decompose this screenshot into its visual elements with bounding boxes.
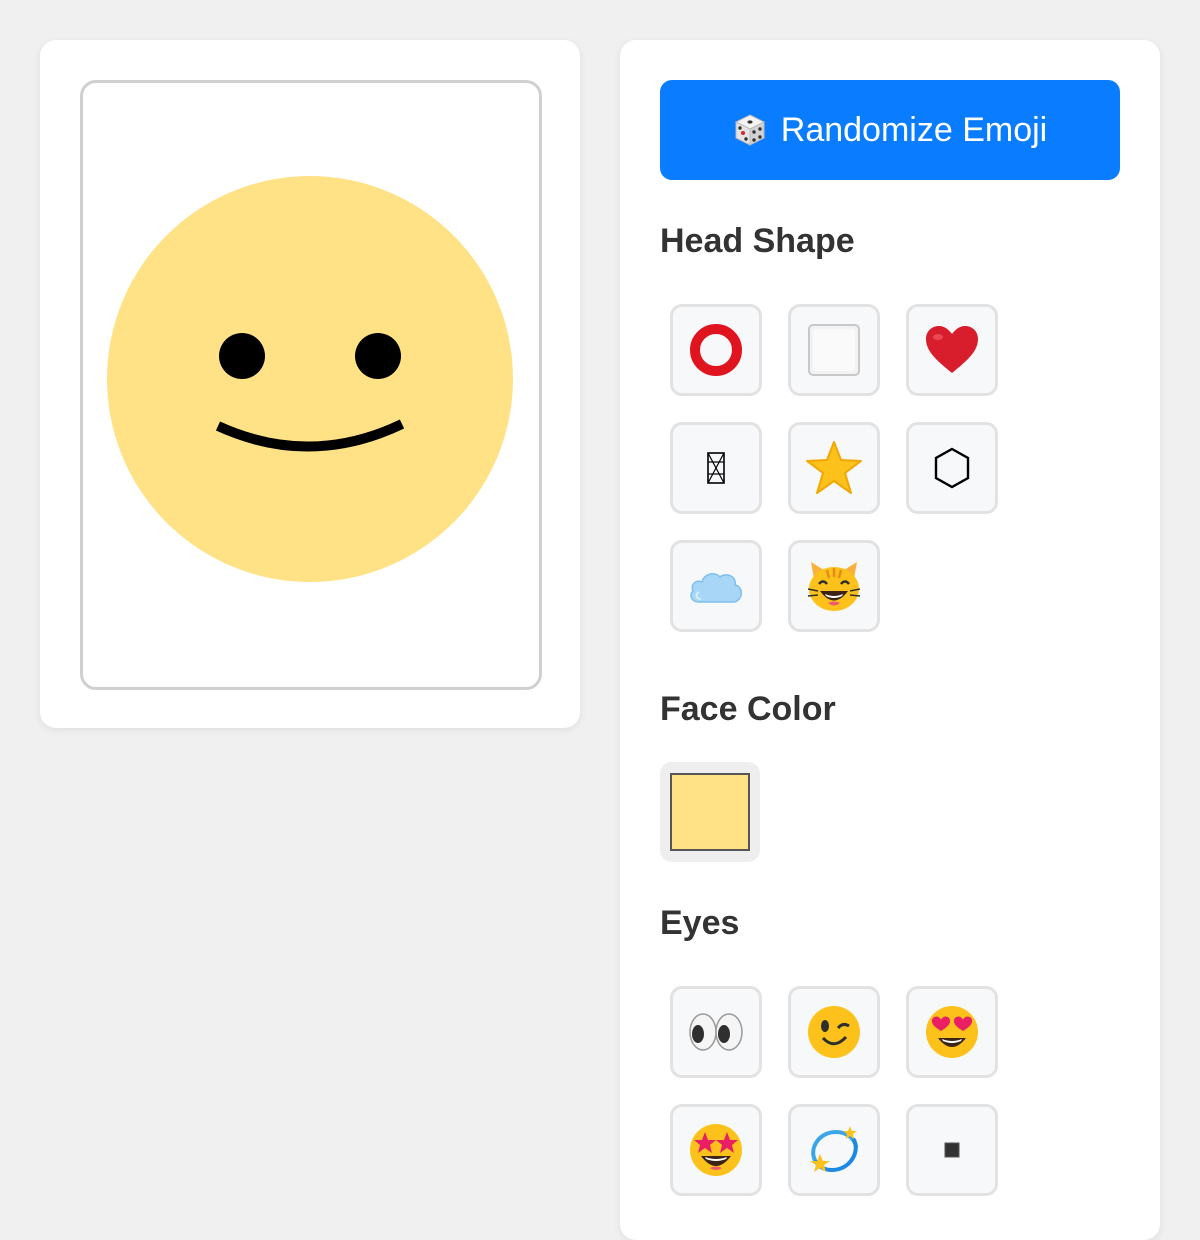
circle-icon	[690, 324, 742, 376]
eyes-dizzy-option[interactable]	[788, 1104, 880, 1196]
head-shape-star-option[interactable]	[788, 422, 880, 514]
preview-card	[40, 40, 580, 728]
winking-face-icon	[808, 1006, 860, 1058]
square-icon	[808, 324, 860, 376]
black-small-square-icon	[944, 1142, 960, 1158]
missing-glyph-icon	[707, 452, 725, 484]
head-shape-title: Head Shape	[660, 222, 855, 260]
emoji-preview	[107, 176, 513, 582]
head-shape-tall-rectangle-option[interactable]	[670, 422, 762, 514]
eyes-star-eyes-option[interactable]	[670, 1104, 762, 1196]
emoji-face	[107, 176, 513, 582]
hexagon-icon	[934, 447, 970, 489]
left-eye	[219, 333, 265, 379]
head-shape-heart-option[interactable]	[906, 304, 998, 396]
controls-panel: Randomize Emoji Head Shape Face Color Ey…	[620, 40, 1160, 1240]
face-color-swatch-yellow[interactable]	[660, 762, 760, 862]
star-struck-face-icon	[690, 1124, 742, 1176]
head-shape-square-option[interactable]	[788, 304, 880, 396]
eyes-small-square-option[interactable]	[906, 1104, 998, 1196]
emoji-canvas	[80, 80, 542, 690]
head-shape-cloud-option[interactable]	[670, 540, 762, 632]
color-swatch-fill	[670, 773, 750, 851]
randomize-button-label: Randomize Emoji	[780, 110, 1048, 149]
eyes-heart-eyes-option[interactable]	[906, 986, 998, 1078]
dice-icon	[734, 114, 765, 146]
heart-icon	[926, 326, 978, 373]
randomize-emoji-button[interactable]: Randomize Emoji	[660, 80, 1120, 180]
heart-eyes-face-icon	[926, 1006, 978, 1058]
eyes-title: Eyes	[660, 904, 740, 942]
face-color-title: Face Color	[660, 690, 836, 728]
star-icon	[806, 441, 862, 494]
head-shape-hexagon-option[interactable]	[906, 422, 998, 514]
head-shape-circle-option[interactable]	[670, 304, 762, 396]
cat-face-icon	[807, 562, 861, 611]
right-eye	[355, 333, 401, 379]
eyes-normal-option[interactable]	[670, 986, 762, 1078]
eyes-wink-option[interactable]	[788, 986, 880, 1078]
eyes-icon	[689, 1013, 743, 1051]
head-shape-cat-option[interactable]	[788, 540, 880, 632]
cloud-icon	[690, 573, 743, 603]
dizzy-icon	[810, 1126, 858, 1173]
